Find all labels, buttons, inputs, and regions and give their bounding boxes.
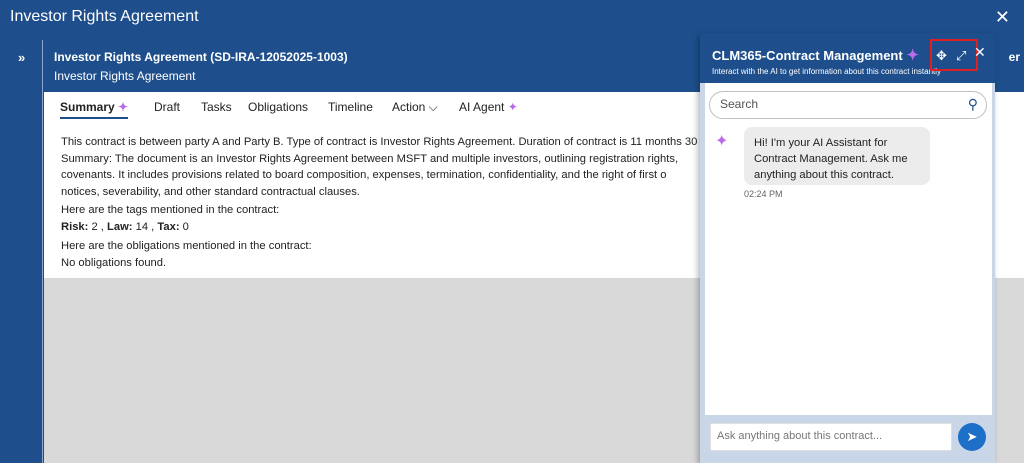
highlighted-controls: ✥ ⤢ — [930, 39, 978, 71]
chat-input-bar: Ask anything about this contract... ➤ — [700, 415, 995, 463]
assistant-message: Hi! I'm your AI Assistant for Contract M… — [744, 127, 930, 185]
tab-timeline[interactable]: Timeline — [328, 100, 373, 114]
tab-draft[interactable]: Draft — [154, 100, 180, 114]
window-close-icon[interactable]: ✕ — [995, 7, 1010, 28]
chat-input[interactable]: Ask anything about this contract... — [710, 423, 952, 451]
expand-sidebar-icon[interactable]: » — [18, 50, 25, 65]
chat-body: Search ⚲ ✦ Hi! I'm your AI Assistant for… — [705, 83, 992, 415]
contract-type: Investor Rights Agreement — [54, 69, 196, 83]
sparkle-icon: ✦ — [507, 100, 518, 114]
chat-subtitle: Interact with the AI to get information … — [712, 67, 942, 76]
chat-title: CLM365-Contract Management ✦ — [712, 47, 919, 64]
header-right-text: er — [1008, 50, 1020, 64]
tab-summary[interactable]: Summary ✦ — [60, 100, 129, 119]
assistant-sparkle-icon: ✦ — [715, 133, 729, 150]
send-button[interactable]: ➤ — [958, 423, 986, 451]
contract-title: Investor Rights Agreement (SD-IRA-120520… — [54, 50, 348, 64]
move-icon[interactable]: ✥ — [936, 48, 947, 64]
tab-tasks[interactable]: Tasks — [201, 100, 232, 114]
window-title: Investor Rights Agreement — [10, 8, 199, 25]
expand-icon[interactable]: ⤢ — [956, 48, 966, 64]
sparkle-icon: ✦ — [906, 47, 919, 64]
message-timestamp: 02:24 PM — [744, 189, 783, 199]
tab-ai-agent[interactable]: AI Agent ✦ — [459, 100, 518, 114]
chat-header: CLM365-Contract Management ✦ Interact wi… — [700, 33, 995, 83]
search-placeholder: Search — [720, 97, 759, 111]
tab-obligations[interactable]: Obligations — [248, 100, 308, 114]
ai-chat-panel: CLM365-Contract Management ✦ Interact wi… — [700, 33, 995, 463]
assistant-message-text: Hi! I'm your AI Assistant for Contract M… — [754, 137, 908, 181]
tab-action[interactable]: Action ⌵ — [392, 100, 438, 115]
search-icon[interactable]: ⚲ — [968, 96, 978, 113]
window-titlebar: Investor Rights Agreement ✕ — [0, 0, 1024, 36]
chat-search-input[interactable]: Search ⚲ — [709, 91, 987, 119]
sparkle-icon: ✦ — [118, 100, 129, 114]
chat-input-placeholder: Ask anything about this contract... — [717, 430, 883, 442]
chat-close-icon[interactable]: ✕ — [974, 44, 986, 61]
collapsed-sidebar: » — [10, 40, 43, 463]
